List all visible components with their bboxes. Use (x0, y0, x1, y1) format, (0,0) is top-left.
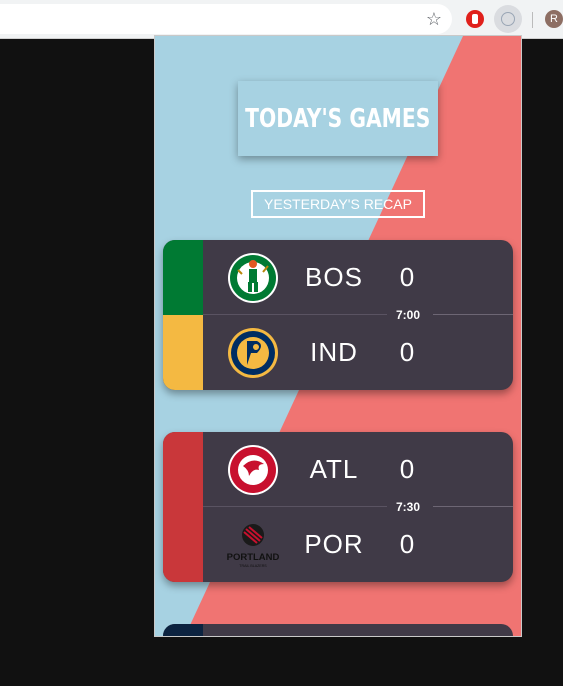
team-color-stripe (163, 315, 203, 390)
game-card[interactable]: BOS 0 IND 0 7:00 (163, 240, 513, 390)
yesterdays-recap-button[interactable]: YESTERDAY'S RECAP (251, 190, 425, 218)
team-abbr: IND (310, 337, 358, 367)
team-score: 0 (399, 337, 415, 367)
avatar[interactable]: R (545, 10, 563, 28)
team-row: IND 0 (203, 315, 513, 390)
pacers-logo-icon (228, 328, 278, 378)
team-abbr: ATL (309, 454, 359, 484)
game-time: 7:30 (395, 500, 421, 514)
team-row: ATL 0 (203, 432, 513, 507)
row-divider (433, 314, 513, 315)
team-color-stripe (163, 624, 203, 636)
blazers-logo-text: PORTLAND (227, 552, 279, 563)
toolbar-separator (532, 12, 533, 28)
team-color-stripe (163, 240, 203, 315)
row-divider (433, 506, 513, 507)
team-score: 0 (399, 454, 415, 484)
row-divider (203, 314, 387, 315)
team-color-stripe (163, 507, 203, 582)
blazers-logo-icon: PORTLAND TRAIL BLAZERS (227, 524, 279, 568)
game-time: 7:00 (395, 308, 421, 322)
star-icon[interactable]: ☆ (424, 9, 444, 29)
team-score: 0 (399, 262, 415, 292)
extension-popup: TODAY'S GAMES YESTERDAY'S RECAP BOS 0 IN… (155, 36, 521, 636)
team-abbr: BOS (305, 262, 363, 292)
title-card: TODAY'S GAMES (238, 81, 438, 156)
browser-toolbar: ☆ R (0, 0, 563, 39)
hawks-logo-icon (228, 445, 278, 495)
team-color-stripe (163, 432, 203, 507)
game-card-partial[interactable] (163, 624, 513, 636)
blazers-logo-subtext: TRAIL BLAZERS (239, 564, 267, 568)
row-divider (203, 506, 387, 507)
team-abbr: POR (304, 529, 364, 559)
team-row: PORTLAND TRAIL BLAZERS POR 0 (203, 507, 513, 582)
stop-extension-icon[interactable] (466, 10, 484, 28)
team-row: BOS 0 (203, 240, 513, 315)
team-score: 0 (399, 529, 415, 559)
celtics-logo-icon (228, 253, 278, 303)
game-card[interactable]: ATL 0 PORTLAND TRAIL BLAZERS POR 0 7:30 (163, 432, 513, 582)
address-bar[interactable] (0, 4, 452, 34)
basketball-extension-icon[interactable] (501, 12, 515, 26)
page-title: TODAY'S GAMES (245, 103, 431, 134)
